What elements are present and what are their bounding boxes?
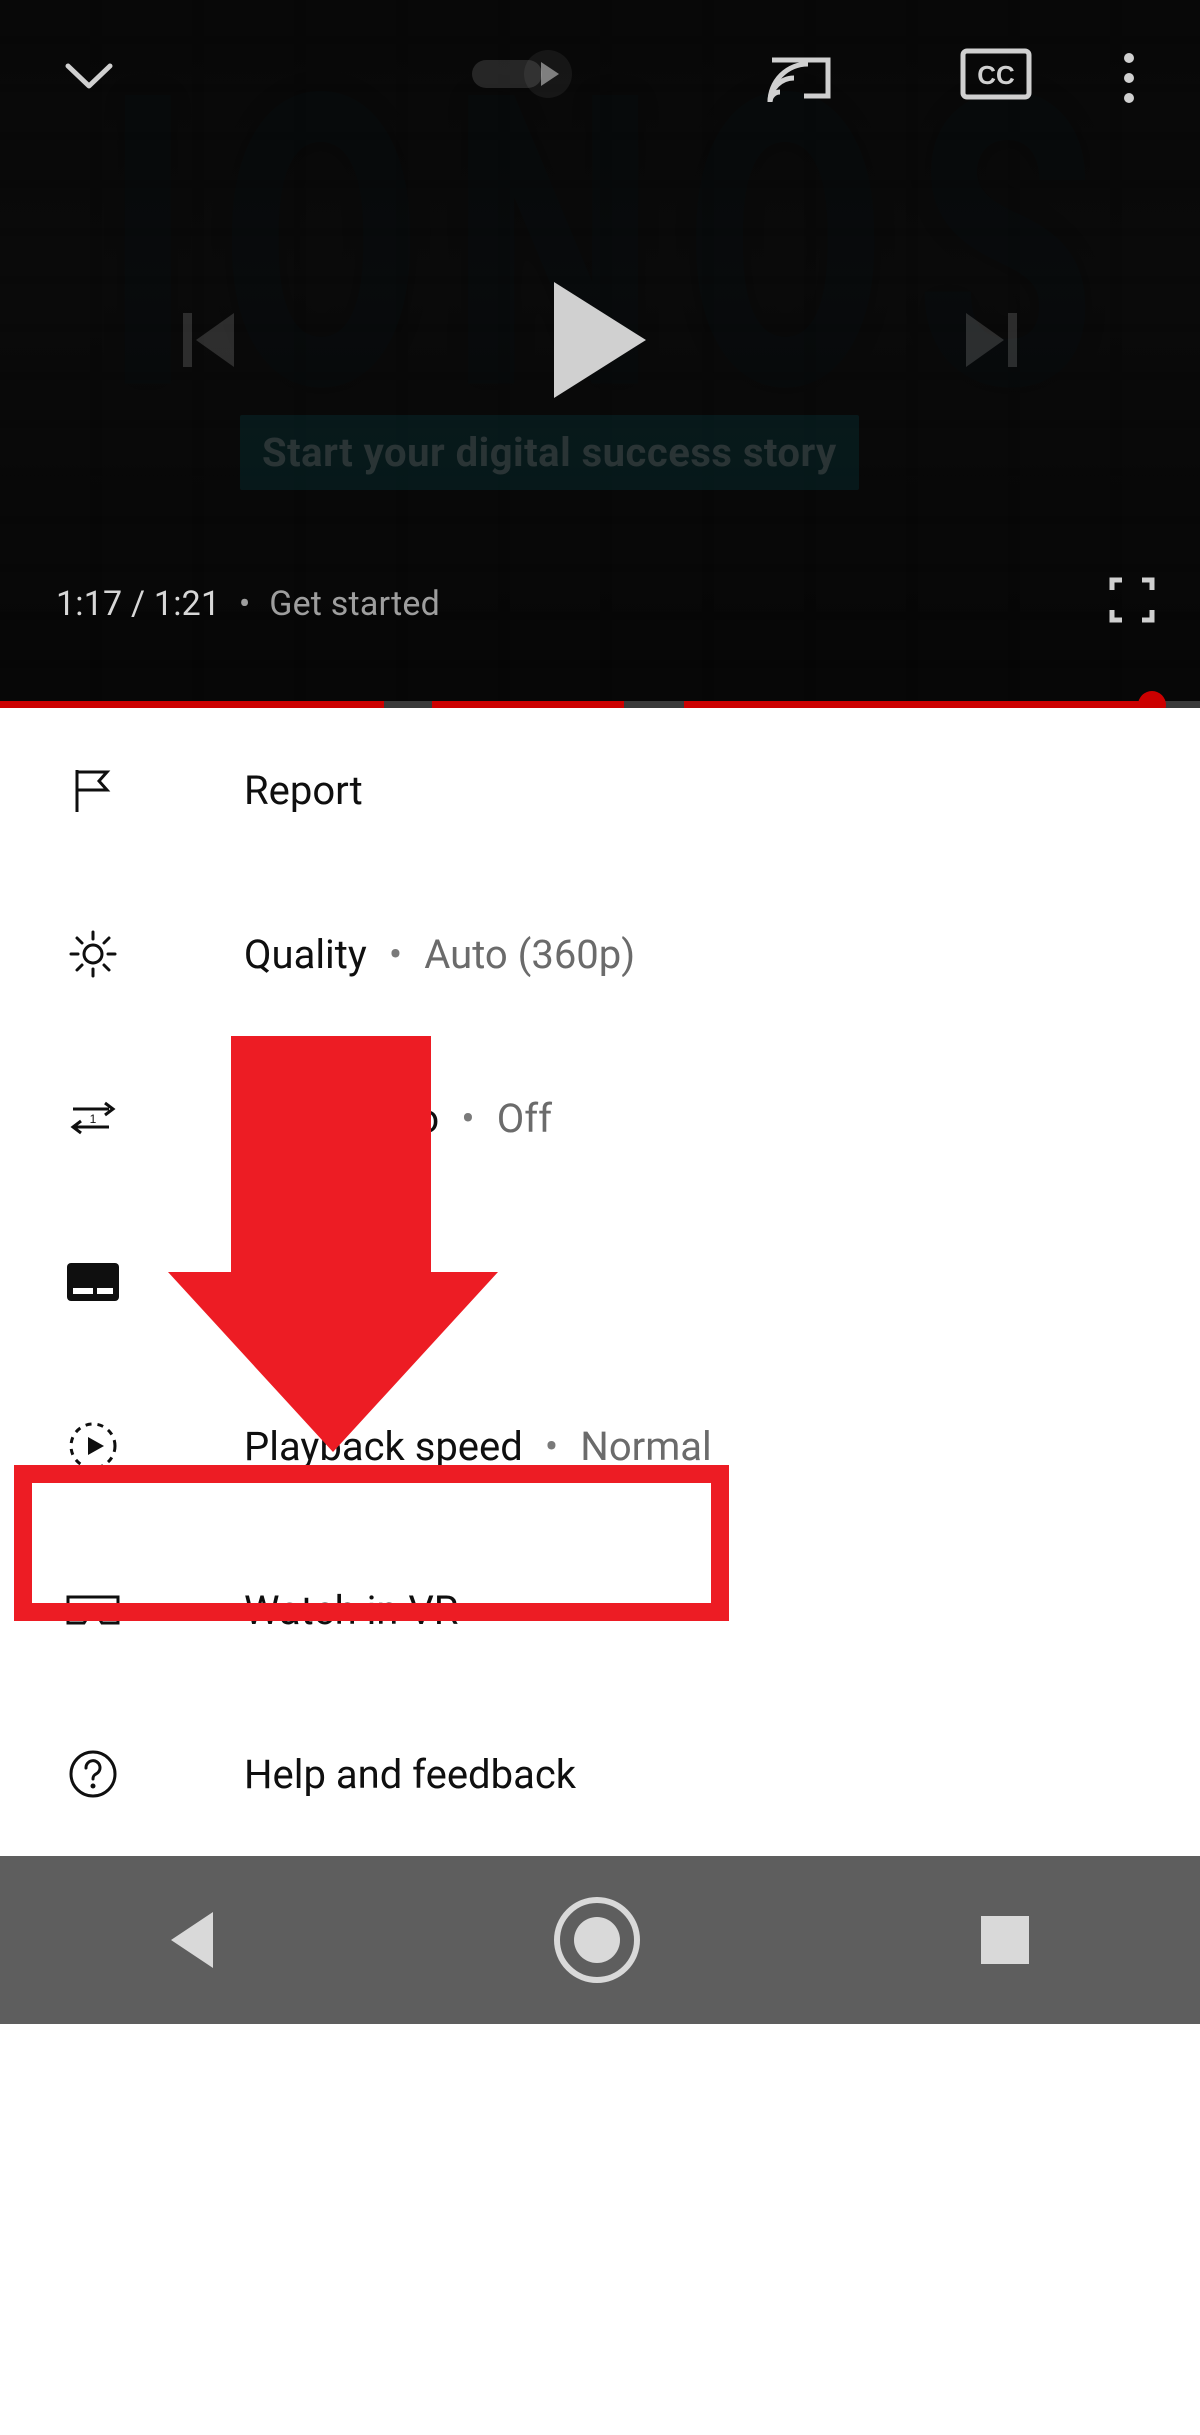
progress-bar[interactable]: [0, 701, 1200, 708]
previous-button[interactable]: [183, 313, 234, 367]
menu-label: Quality: [244, 931, 367, 978]
annotation-arrow: [168, 1036, 498, 1466]
fullscreen-button[interactable]: [1108, 576, 1156, 624]
menu-item-help[interactable]: Help and feedback: [0, 1692, 1200, 1856]
captions-cc-icon[interactable]: CC: [960, 48, 1032, 100]
play-triangle-icon: [541, 62, 559, 86]
menu-value: Normal: [580, 1423, 711, 1470]
autoplay-knob: [524, 50, 572, 98]
progress-gap-2: [624, 701, 684, 708]
progress-gap-1: [384, 701, 432, 708]
menu-item-quality[interactable]: Quality • Auto (360p): [0, 872, 1200, 1036]
next-bar-icon: [1008, 313, 1017, 367]
autoplay-toggle[interactable]: [472, 50, 572, 98]
next-button[interactable]: [966, 313, 1017, 367]
system-home-button[interactable]: [554, 1897, 640, 1983]
previous-bar-icon: [183, 313, 192, 367]
svg-text:1: 1: [90, 1112, 97, 1126]
loop-icon: 1: [58, 1092, 128, 1144]
separator-dot: •: [545, 1423, 559, 1470]
help-icon: [58, 1748, 128, 1800]
captions-icon: [58, 1256, 128, 1308]
separator-dot: •: [389, 931, 403, 978]
system-navigation-bar: [0, 1856, 1200, 2024]
video-player: IONOS Start your digital success story C…: [0, 0, 1200, 708]
play-button[interactable]: [554, 282, 646, 398]
transport-controls: [0, 282, 1200, 398]
duration: 1:21: [154, 584, 220, 624]
title-hint: Get started: [269, 584, 440, 624]
menu-item-report[interactable]: Report: [0, 708, 1200, 872]
system-back-button[interactable]: [171, 1912, 213, 1968]
menu-value: Auto (360p): [424, 931, 635, 978]
system-recent-button[interactable]: [981, 1916, 1029, 1964]
playback-status: 1:17 / 1:21 Get started: [56, 584, 440, 624]
annotation-highlight-rect: [14, 1465, 729, 1621]
cast-icon[interactable]: [766, 50, 836, 106]
menu-label: Help and feedback: [244, 1751, 576, 1798]
menu-label: Report: [244, 767, 363, 814]
gear-icon: [58, 928, 128, 980]
previous-triangle-icon: [196, 313, 234, 367]
more-vertical-icon[interactable]: [1122, 52, 1136, 104]
flag-icon: [58, 764, 128, 816]
progress-fill: [0, 701, 1152, 708]
next-triangle-icon: [966, 313, 1004, 367]
menu-value: Off: [497, 1095, 552, 1142]
current-time: 1:17: [56, 584, 122, 624]
collapse-chevron-icon[interactable]: [64, 58, 114, 92]
svg-text:CC: CC: [977, 60, 1015, 90]
